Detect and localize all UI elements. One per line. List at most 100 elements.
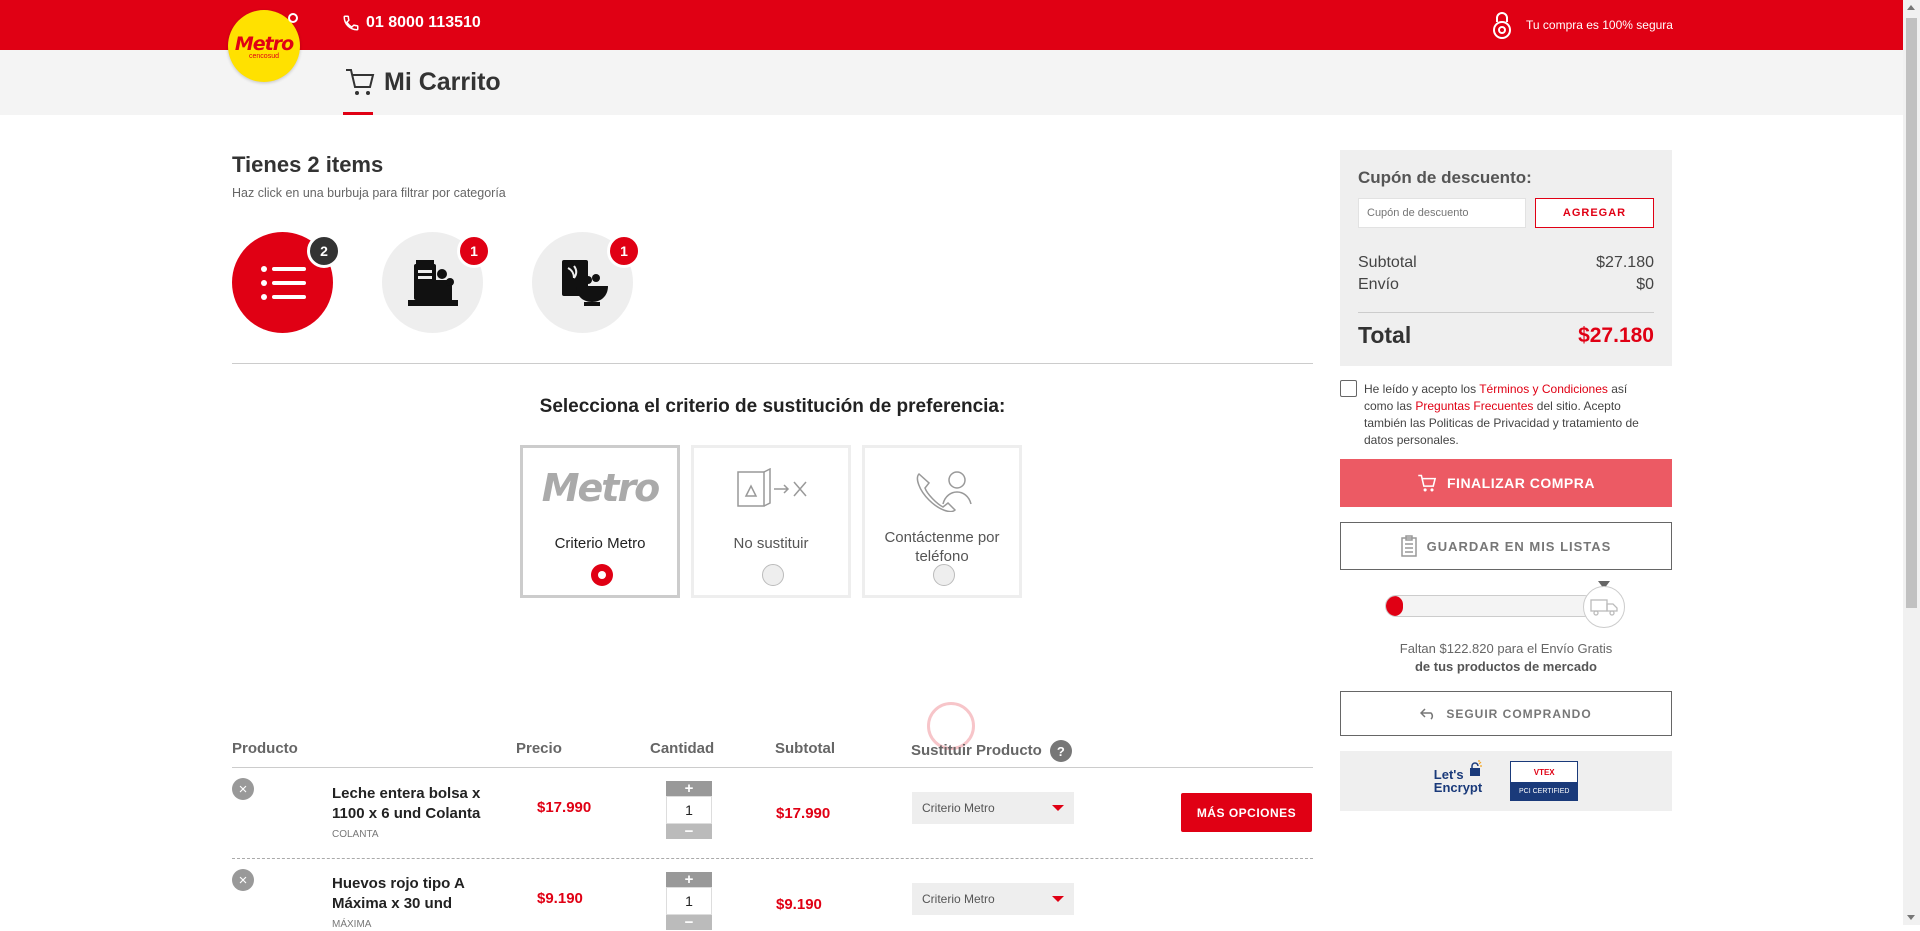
header-substitute-label: Sustituir Producto [911, 741, 1042, 759]
increase-quantity-button[interactable]: + [666, 781, 712, 796]
coupon-label: Cupón de descuento: [1358, 168, 1532, 187]
product-subtotal: $9.190 [776, 896, 822, 913]
cart-icon [346, 69, 375, 95]
progress-fill [1386, 596, 1403, 616]
letsencrypt-badge: Let's Encrypt [1433, 760, 1483, 795]
criteria-option-phone[interactable]: Contáctenme por teléfono [862, 445, 1022, 598]
quantity-stepper: + 1 − [666, 781, 712, 839]
header-quantity: Cantidad [650, 740, 715, 757]
summary-divider [1358, 312, 1654, 313]
quantity-value[interactable]: 1 [666, 887, 712, 915]
product-name[interactable]: Leche entera bolsa x 1100 x 6 und Colant… [332, 784, 482, 824]
substitute-select[interactable]: Criterio Metro [912, 792, 1074, 824]
bubble-count-badge: 1 [607, 234, 641, 268]
secure-text: Tu compra es 100% segura [1526, 18, 1673, 32]
secure-purchase: Tu compra es 100% segura [1490, 10, 1673, 40]
category-bubble-breakfast[interactable]: 1 [532, 232, 641, 333]
header-substitute: Sustituir Producto? [911, 740, 1072, 762]
coupon-input[interactable] [1358, 198, 1526, 228]
list-icon [260, 265, 306, 300]
total-row: Total $27.180 [1358, 322, 1654, 349]
no-substitute-icon [737, 468, 807, 507]
criteria-label: Contáctenme por teléfono [884, 529, 1000, 565]
decrease-quantity-button[interactable]: − [666, 915, 712, 930]
criteria-radio[interactable] [762, 564, 784, 586]
row-separator [232, 858, 1313, 859]
chevron-down-icon [1052, 805, 1064, 811]
finalize-label: FINALIZAR COMPRA [1447, 475, 1595, 491]
phone-number: 01 8000 113510 [366, 14, 481, 31]
product-price: $17.990 [537, 799, 592, 816]
total-label: Total [1358, 322, 1412, 348]
scroll-down-arrow[interactable] [1907, 915, 1915, 920]
continue-shopping-button[interactable]: SEGUIR COMPRANDO [1340, 691, 1672, 736]
pci-certified-label: PCI CERTIFIED [1511, 782, 1578, 800]
logo-text: Metro [234, 32, 294, 55]
chevron-down-icon [1052, 896, 1064, 902]
criteria-title: Selecciona el criterio de sustitución de… [539, 396, 1006, 417]
remove-item-button[interactable]: × [232, 869, 254, 891]
dairy-products-icon [407, 259, 458, 306]
subtotal-label: Subtotal [1358, 254, 1417, 271]
header-price: Precio [516, 740, 562, 757]
category-bubble-dairy[interactable]: 1 [382, 232, 491, 333]
items-subtitle: Haz click en una burbuja para filtrar po… [232, 186, 506, 200]
page-title-text: Mi Carrito [384, 67, 501, 96]
page-title: Mi Carrito [344, 66, 501, 98]
terms-checkbox[interactable] [1340, 380, 1357, 397]
decrease-quantity-button[interactable]: − [666, 824, 712, 839]
page-scrollbar[interactable] [1903, 0, 1920, 925]
vtex-pci-badge: VTEX PCI CERTIFIED [1510, 761, 1579, 801]
subtotal-value: $27.180 [1596, 254, 1654, 271]
subtotal-row: Subtotal $27.180 [1358, 254, 1654, 272]
terms-link[interactable]: Términos y Condiciones [1479, 382, 1608, 396]
more-options-button[interactable]: MÁS OPCIONES [1181, 793, 1312, 832]
category-bubble-all[interactable]: 2 [232, 232, 341, 333]
lock-icon [1493, 12, 1511, 39]
faq-link[interactable]: Preguntas Frecuentes [1415, 399, 1533, 413]
items-count-title: Tienes 2 items [232, 152, 384, 177]
return-arrow-icon [1420, 707, 1434, 720]
substitute-select-value: Criterio Metro [922, 801, 995, 815]
terms-text: He leído y acepto los Términos y Condici… [1364, 381, 1654, 449]
criteria-label: No sustituir [733, 535, 809, 552]
criteria-option-metro[interactable]: Metro Criterio Metro [520, 445, 680, 598]
save-to-lists-button[interactable]: GUARDAR EN MIS LISTAS [1340, 522, 1672, 570]
bubble-count-badge: 1 [457, 234, 491, 268]
criteria-radio[interactable] [933, 564, 955, 586]
product-price: $9.190 [537, 890, 583, 907]
vtex-logo: VTEX [1533, 767, 1555, 777]
quantity-value[interactable]: 1 [666, 796, 712, 824]
shipping-value: $0 [1636, 276, 1654, 293]
letsencrypt-line2: Encrypt [1433, 780, 1483, 795]
finalize-purchase-button[interactable]: FINALIZAR COMPRA [1340, 459, 1672, 507]
clipboard-icon [1400, 535, 1417, 557]
phone-contact[interactable]: 01 8000 113510 [342, 14, 481, 32]
cereal-bowl-icon [561, 259, 608, 306]
scrollbar-thumb[interactable] [1906, 18, 1917, 608]
continue-label: SEGUIR COMPRANDO [1446, 706, 1592, 721]
bubble-count-badge: 2 [307, 234, 341, 268]
metro-criteria-logo: Metro [541, 466, 661, 510]
help-icon[interactable]: ? [1049, 740, 1072, 762]
scroll-up-arrow[interactable] [1907, 5, 1915, 10]
product-subtotal: $17.990 [776, 805, 831, 822]
free-shipping-line2: de tus productos de mercado [1414, 659, 1598, 674]
add-coupon-button[interactable]: AGREGAR [1535, 198, 1654, 228]
criteria-radio[interactable] [591, 564, 613, 586]
quantity-stepper: + 1 − [666, 872, 712, 930]
save-lists-label: GUARDAR EN MIS LISTAS [1426, 538, 1612, 554]
phone-icon [343, 15, 359, 31]
truck-icon [1583, 586, 1625, 628]
substitute-select[interactable]: Criterio Metro [912, 883, 1074, 915]
remove-item-button[interactable]: × [232, 778, 254, 800]
metro-logo[interactable]: Metro cencosud [228, 10, 300, 82]
product-name[interactable]: Huevos rojo tipo A Máxima x 30 und [332, 874, 482, 914]
product-brand: COLANTA [332, 829, 379, 840]
criteria-option-no-substitute[interactable]: No sustituir [691, 445, 851, 598]
free-shipping-line1: Faltan $122.820 para el Envío Gratis [1399, 641, 1613, 656]
header-product: Producto [232, 740, 298, 757]
section-divider [232, 363, 1313, 364]
header-subtotal: Subtotal [775, 740, 835, 757]
increase-quantity-button[interactable]: + [666, 872, 712, 887]
